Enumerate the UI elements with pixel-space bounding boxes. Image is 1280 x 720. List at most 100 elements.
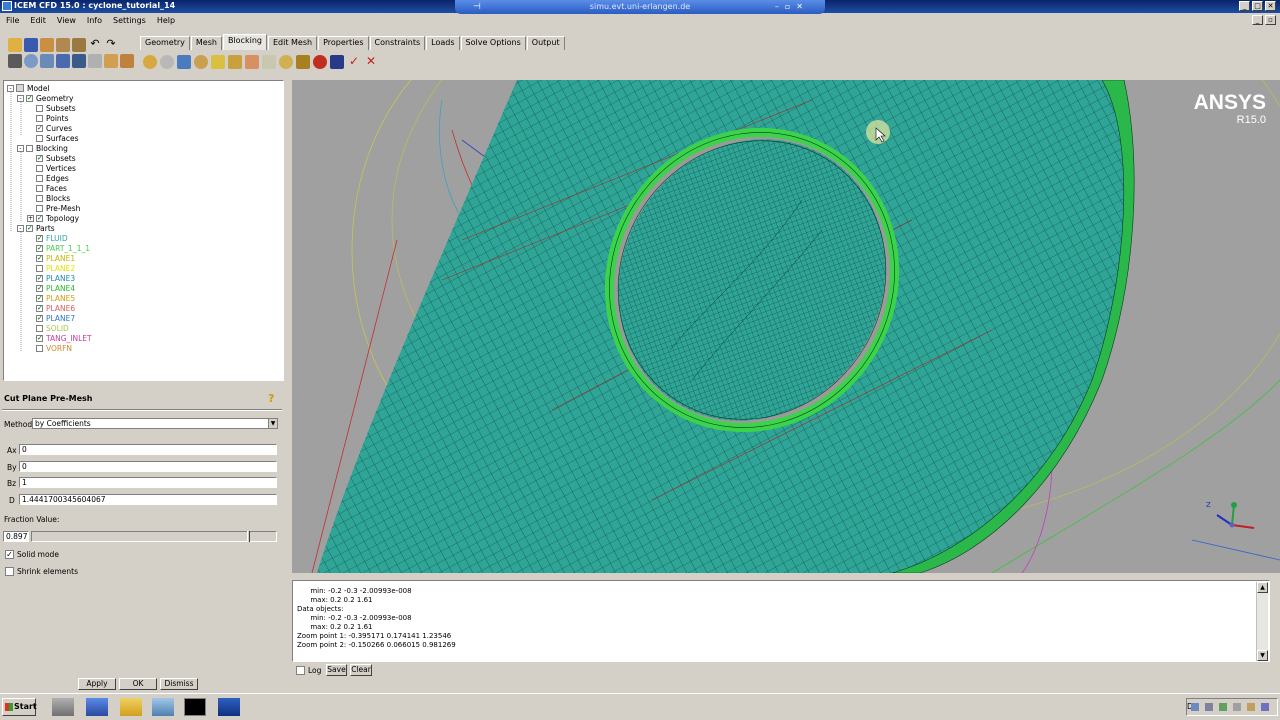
menu-file[interactable]: File	[0, 14, 24, 28]
edit-edge-icon[interactable]	[262, 55, 276, 69]
collapse-icon[interactable]: -	[17, 144, 24, 152]
speaker-icon[interactable]	[1205, 703, 1213, 711]
by-field[interactable]: 0	[19, 461, 277, 472]
create-block-icon[interactable]	[143, 55, 157, 69]
undo-icon[interactable]: ↶	[88, 38, 102, 52]
mesh-scene[interactable]: Z	[292, 80, 1280, 573]
d-field[interactable]: 1.4441700345604067	[19, 494, 277, 505]
network-icon[interactable]	[1191, 703, 1199, 711]
tab-properties[interactable]: Properties	[318, 36, 369, 50]
tree-checkbox[interactable]	[36, 114, 43, 122]
tree-item[interactable]: ✓ Subsets	[27, 153, 76, 163]
command-prompt-icon[interactable]	[184, 698, 206, 716]
move-vertex-icon[interactable]	[228, 55, 242, 69]
computer-icon[interactable]	[52, 698, 74, 716]
open-geometry-icon[interactable]	[40, 38, 54, 52]
tab-constraints[interactable]: Constraints	[369, 36, 426, 50]
solid-display-icon[interactable]	[104, 54, 118, 68]
apply-button[interactable]: Apply	[78, 678, 116, 690]
icem-app-icon[interactable]	[218, 698, 240, 716]
tree-item[interactable]: - Model	[7, 83, 50, 93]
tree-checkbox[interactable]: ✓	[36, 314, 43, 322]
help-icon[interactable]: ?	[268, 392, 278, 405]
zoom-box-icon[interactable]	[24, 54, 38, 68]
tab-mesh[interactable]: Mesh	[190, 36, 222, 50]
menu-info[interactable]: Info	[81, 14, 107, 28]
log-checkbox[interactable]	[296, 666, 305, 675]
tray-update-icon[interactable]	[1247, 703, 1255, 711]
chevron-down-icon[interactable]: ▼	[268, 419, 277, 428]
tree-checkbox[interactable]: ✓	[36, 304, 43, 312]
tree-checkbox[interactable]: ✓	[36, 154, 43, 162]
scroll-down-icon[interactable]: ▼	[1257, 650, 1268, 661]
transform-blocks-icon[interactable]	[245, 55, 259, 69]
collapse-icon[interactable]: -	[7, 84, 14, 92]
tree-checkbox[interactable]: ✓	[36, 214, 43, 222]
refresh-icon[interactable]	[56, 54, 70, 68]
tree-item[interactable]: ✓ PLANE1	[27, 253, 75, 263]
maximize-button[interactable]: □	[1252, 1, 1263, 11]
tree-item[interactable]: ✓ PLANE3	[27, 273, 75, 283]
tab-geometry[interactable]: Geometry	[140, 36, 190, 50]
mdi-restore-button[interactable]: ▫	[1265, 15, 1276, 25]
tree-checkbox[interactable]: ✓	[36, 294, 43, 302]
ok-button[interactable]: OK	[119, 678, 157, 690]
fit-window-icon[interactable]	[8, 54, 22, 68]
save-project-icon[interactable]	[24, 38, 38, 52]
scroll-up-icon[interactable]: ▲	[1257, 582, 1268, 593]
tree-checkbox[interactable]	[36, 264, 43, 272]
open-mesh-icon[interactable]	[72, 38, 86, 52]
tree-item[interactable]: ✓ Curves	[27, 123, 72, 133]
collapse-icon[interactable]: -	[17, 224, 24, 232]
message-window[interactable]: min: -0.2 -0.3 -2.00993e-008 max: 0.2 0.…	[292, 580, 1270, 662]
open-project-icon[interactable]	[8, 38, 22, 52]
tree-checkbox[interactable]: ✓	[36, 274, 43, 282]
edit-block-icon[interactable]	[194, 55, 208, 69]
tree-item[interactable]: Blocks	[27, 193, 70, 203]
tree-item[interactable]: - ✓ Geometry	[17, 93, 73, 103]
tree-item[interactable]: Vertices	[27, 163, 76, 173]
pre-mesh-params-icon[interactable]	[279, 55, 293, 69]
fraction-slider-thumb[interactable]	[247, 531, 251, 542]
ax-field[interactable]: 0	[19, 444, 277, 455]
tree-checkbox[interactable]	[26, 144, 33, 152]
tree-item[interactable]: PLANE2	[27, 263, 75, 273]
associate-icon[interactable]	[211, 55, 225, 69]
security-icon[interactable]	[1219, 703, 1227, 711]
tree-item[interactable]: ✓ PLANE4	[27, 283, 75, 293]
check-mark-icon[interactable]: ✓	[347, 55, 361, 69]
fraction-value-field[interactable]: 0.897	[3, 531, 29, 542]
tree-item[interactable]: - Blocking	[17, 143, 68, 153]
shaded-display-icon[interactable]	[120, 54, 134, 68]
merge-vertices-icon[interactable]	[177, 55, 191, 69]
tree-checkbox[interactable]: ✓	[36, 244, 43, 252]
tray-app-icon[interactable]	[1233, 703, 1241, 711]
tree-checkbox[interactable]	[36, 134, 43, 142]
tree-checkbox[interactable]: ✓	[36, 124, 43, 132]
tree-item[interactable]: VORFN	[27, 343, 72, 353]
tree-item[interactable]: ✓ PLANE5	[27, 293, 75, 303]
tree-checkbox[interactable]	[36, 324, 43, 332]
collapse-icon[interactable]: -	[17, 94, 24, 102]
menu-edit[interactable]: Edit	[24, 14, 51, 28]
split-block-icon[interactable]	[160, 55, 174, 69]
tree-item[interactable]: ✓ PLANE7	[27, 313, 75, 323]
tab-output[interactable]: Output	[526, 36, 565, 50]
tree-checkbox[interactable]: ✓	[36, 254, 43, 262]
tree-checkbox[interactable]: ✓	[26, 94, 33, 102]
tree-item[interactable]: Subsets	[27, 103, 76, 113]
bz-field[interactable]: 1	[19, 477, 277, 488]
tree-item[interactable]: Pre-Mesh	[27, 203, 80, 213]
tree-item[interactable]: ✓ PLANE6	[27, 303, 75, 313]
measure-distance-icon[interactable]	[40, 54, 54, 68]
menu-settings[interactable]: Settings	[107, 14, 151, 28]
dismiss-button[interactable]: Dismiss	[160, 678, 198, 690]
tab-blocking[interactable]: Blocking	[222, 34, 267, 50]
save-log-button[interactable]: Save	[326, 664, 347, 676]
select-mode-icon[interactable]	[72, 54, 86, 68]
tree-checkbox[interactable]	[36, 184, 43, 192]
remote-window-controls[interactable]: –▫✕	[775, 0, 809, 14]
tab-edit-mesh[interactable]: Edit Mesh	[267, 36, 318, 50]
tree-item[interactable]: ✓ FLUID	[27, 233, 68, 243]
tree-item[interactable]: + ✓ Topology	[27, 213, 79, 223]
